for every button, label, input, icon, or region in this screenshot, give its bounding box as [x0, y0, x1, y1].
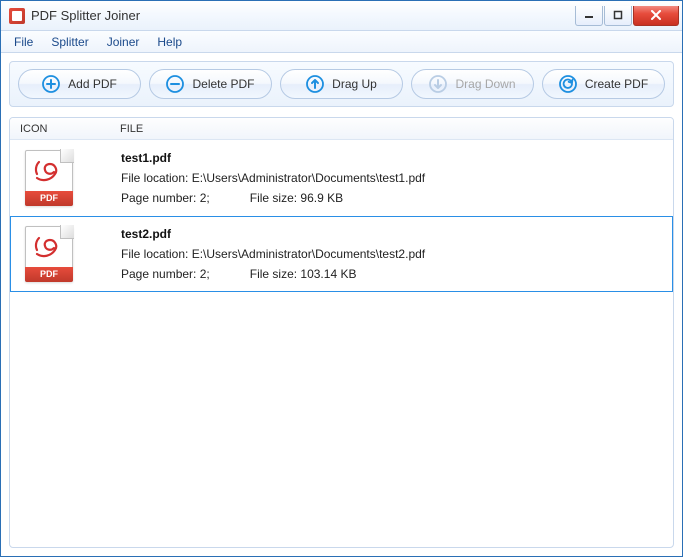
window-title: PDF Splitter Joiner: [31, 1, 575, 31]
column-headers: ICON FILE: [10, 118, 673, 140]
file-row[interactable]: PDF test2.pdf File location: E:\Users\Admi…: [10, 216, 673, 292]
file-location: File location: E:\Users\Administrator\Do…: [121, 247, 666, 261]
content-area: Add PDF Delete PDF Drag Up Drag Down: [1, 53, 682, 556]
maximize-button[interactable]: [604, 6, 632, 26]
refresh-icon: [559, 75, 577, 93]
delete-pdf-label: Delete PDF: [192, 77, 254, 91]
close-button[interactable]: [633, 6, 679, 26]
file-meta: Page number: 2; File size: 103.14 KB: [121, 267, 666, 281]
file-meta: Page number: 2; File size: 96.9 KB: [121, 191, 666, 205]
pdf-badge-label: PDF: [25, 191, 73, 206]
file-icon-cell: PDF: [21, 223, 121, 285]
app-window: PDF Splitter Joiner File Splitter Joiner…: [0, 0, 683, 557]
file-details-cell: test1.pdf File location: E:\Users\Adminis…: [121, 147, 666, 209]
titlebar: PDF Splitter Joiner: [1, 1, 682, 31]
plus-icon: [42, 75, 60, 93]
file-row[interactable]: PDF test1.pdf File location: E:\Users\Admi…: [10, 140, 673, 216]
create-pdf-label: Create PDF: [585, 77, 648, 91]
add-pdf-label: Add PDF: [68, 77, 117, 91]
toolbar: Add PDF Delete PDF Drag Up Drag Down: [9, 61, 674, 107]
file-details-cell: test2.pdf File location: E:\Users\Adminis…: [121, 223, 666, 285]
menu-splitter[interactable]: Splitter: [42, 33, 97, 51]
menu-joiner[interactable]: Joiner: [98, 33, 149, 51]
menu-file[interactable]: File: [5, 33, 42, 51]
drag-down-button[interactable]: Drag Down: [411, 69, 534, 99]
pdf-file-icon: PDF: [25, 226, 73, 282]
file-location: File location: E:\Users\Administrator\Do…: [121, 171, 666, 185]
file-page-count: Page number: 2;: [121, 267, 210, 281]
menubar: File Splitter Joiner Help: [1, 31, 682, 53]
app-icon: [9, 8, 25, 24]
window-controls: [575, 6, 679, 26]
arrow-down-icon: [429, 75, 447, 93]
minus-icon: [166, 75, 184, 93]
create-pdf-button[interactable]: Create PDF: [542, 69, 665, 99]
drag-up-label: Drag Up: [332, 77, 377, 91]
file-rows-container: PDF test1.pdf File location: E:\Users\Admi…: [10, 140, 673, 547]
drag-down-label: Drag Down: [455, 77, 515, 91]
menu-help[interactable]: Help: [148, 33, 191, 51]
pdf-badge-label: PDF: [25, 267, 73, 282]
file-name: test1.pdf: [121, 151, 666, 165]
column-file-header[interactable]: FILE: [120, 123, 673, 135]
file-size: File size: 103.14 KB: [250, 267, 357, 281]
arrow-up-icon: [306, 75, 324, 93]
file-name: test2.pdf: [121, 227, 666, 241]
delete-pdf-button[interactable]: Delete PDF: [149, 69, 272, 99]
file-list-panel: ICON FILE PDF test1.pdf File location: E:\…: [9, 117, 674, 548]
column-icon-header[interactable]: ICON: [10, 123, 120, 135]
file-size: File size: 96.9 KB: [250, 191, 343, 205]
pdf-file-icon: PDF: [25, 150, 73, 206]
add-pdf-button[interactable]: Add PDF: [18, 69, 141, 99]
drag-up-button[interactable]: Drag Up: [280, 69, 403, 99]
minimize-button[interactable]: [575, 6, 603, 26]
file-icon-cell: PDF: [21, 147, 121, 209]
file-page-count: Page number: 2;: [121, 191, 210, 205]
